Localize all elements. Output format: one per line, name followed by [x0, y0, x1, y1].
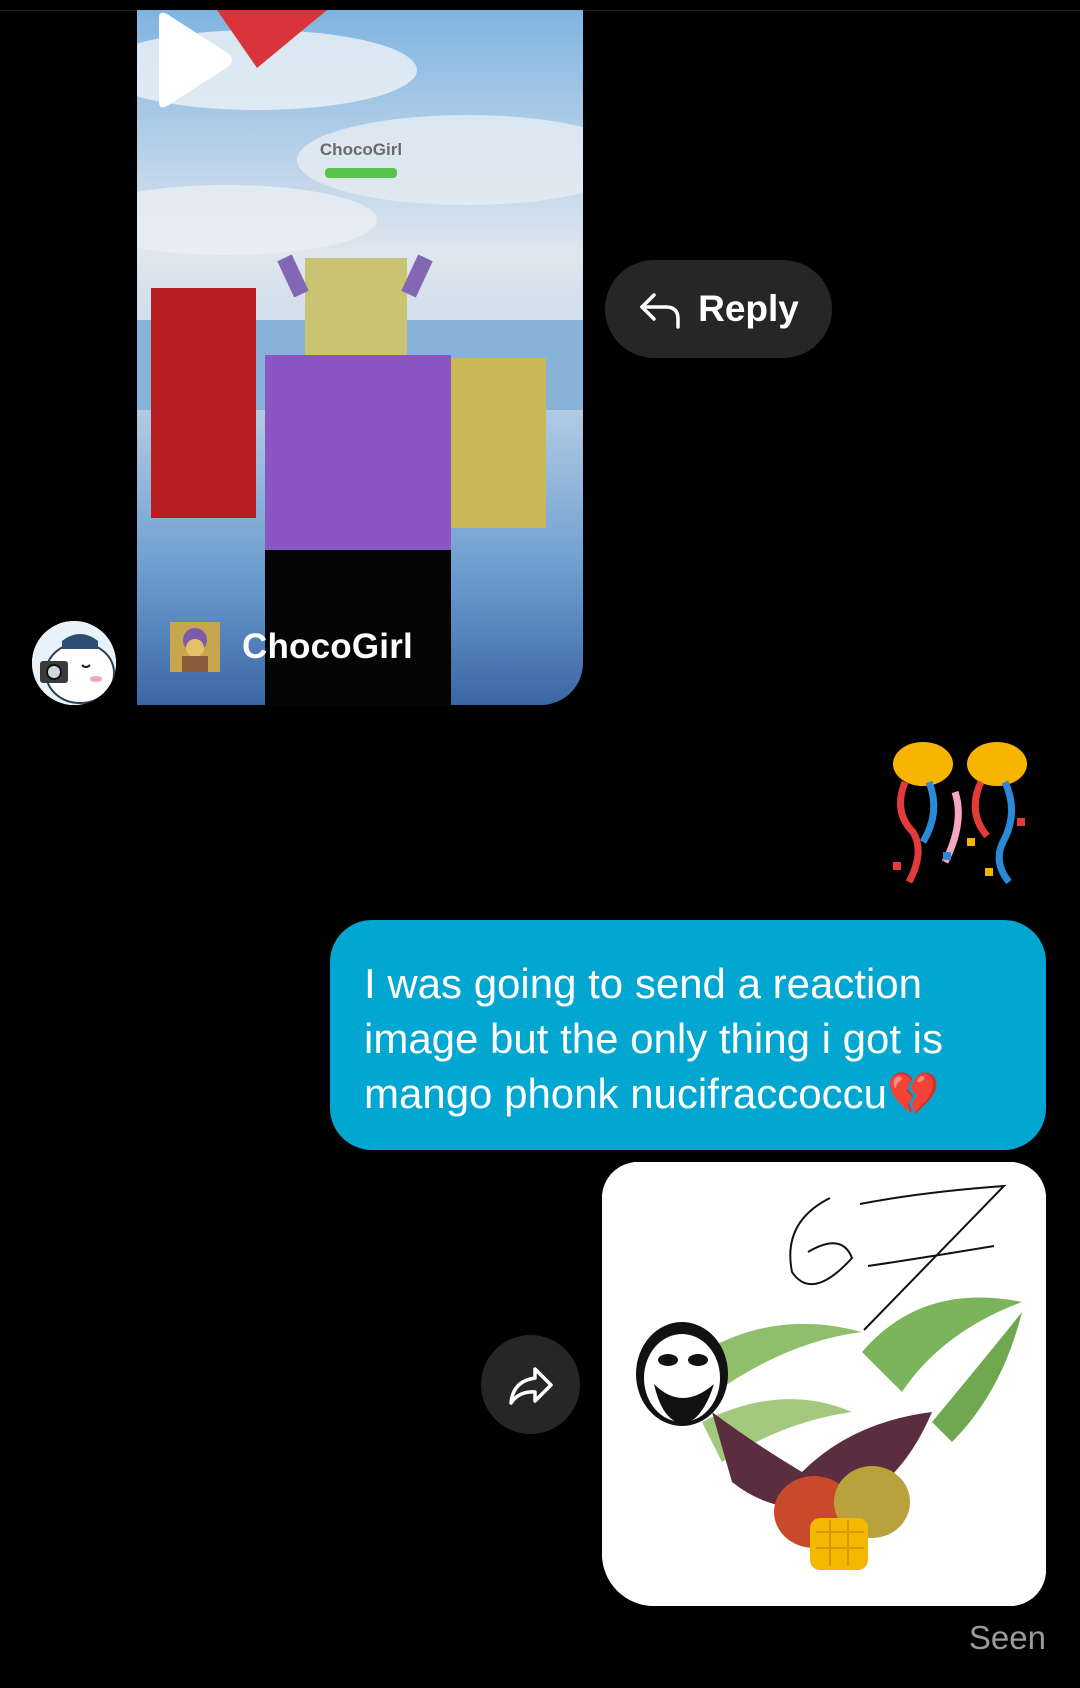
- share-button[interactable]: [481, 1335, 580, 1434]
- message-text: I was going to send a reaction image but…: [364, 960, 944, 1117]
- meme-image: 67: [602, 1162, 1046, 1606]
- outgoing-message-bubble[interactable]: I was going to send a reaction image but…: [330, 920, 1046, 1150]
- reply-button[interactable]: Reply: [605, 260, 832, 358]
- confetti-emoji: [893, 742, 1027, 885]
- seen-status: Seen: [968, 1619, 1046, 1656]
- reel-thumbnail: ChocoGirl: [137, 10, 583, 705]
- reel-owner-avatar: [170, 622, 220, 672]
- outgoing-image-message[interactable]: 67: [602, 1162, 1046, 1606]
- reply-arrow-icon: [640, 293, 680, 329]
- reply-label: Reply: [698, 288, 799, 329]
- sender-avatar[interactable]: [32, 621, 116, 705]
- reel-owner-name: ChocoGirl: [242, 627, 413, 666]
- share-arrow-icon: [508, 1366, 553, 1405]
- in-video-nametag: ChocoGirl: [320, 140, 402, 159]
- shared-reel-card[interactable]: ChocoGirl ChocoGirl: [137, 10, 583, 705]
- reel-owner[interactable]: ChocoGirl: [170, 622, 413, 672]
- play-icon[interactable]: [137, 10, 237, 110]
